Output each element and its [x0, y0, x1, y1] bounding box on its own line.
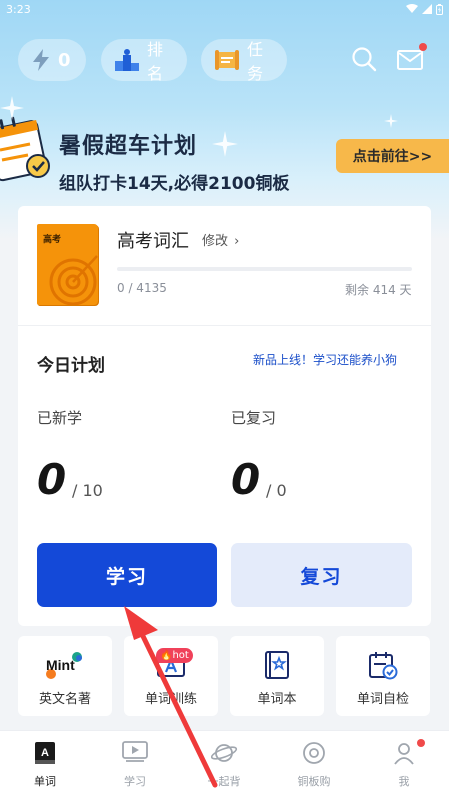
search-button[interactable] [351, 46, 377, 72]
fire-icon: 🔥 [160, 650, 173, 661]
hot-badge: 🔥hot [156, 648, 193, 663]
podium-icon [115, 49, 139, 71]
person-icon [392, 741, 416, 769]
energy-count: 0 [58, 49, 71, 71]
word-book-icon: A [34, 741, 56, 769]
energy-button[interactable]: 0 [18, 39, 86, 81]
rank-button[interactable]: 排名 [101, 39, 187, 83]
wifi-icon [406, 4, 418, 13]
svg-text:A: A [41, 747, 49, 759]
nav-label: 单词 [34, 775, 56, 788]
tool-label: 单词本 [257, 692, 297, 707]
scroll-icon [215, 50, 239, 70]
nav-item-study[interactable]: 学习 [90, 731, 180, 798]
nav-item-coin-shop[interactable]: 铜板购 [269, 731, 359, 798]
calendar-checklist-icon [0, 116, 50, 182]
task-label: 任务 [247, 40, 264, 83]
book-title: 高考词汇 [117, 231, 189, 252]
lightning-icon [32, 49, 50, 71]
banner-subtitle[interactable]: 组队打卡14天,必得2100铜板 [59, 169, 289, 194]
nav-item-words[interactable]: A 单词 [0, 731, 90, 798]
mint-logo-text: Mint [46, 657, 75, 673]
mail-icon [397, 50, 423, 70]
tool-label: 单词自检 [356, 692, 409, 707]
target-icon [49, 255, 98, 305]
reviewed-label: 已复习 [231, 409, 277, 427]
book-cover[interactable]: 高考 [37, 224, 98, 305]
mail-notification-dot [419, 43, 427, 51]
nav-item-together[interactable]: 一起背 [179, 731, 269, 798]
mint-logo-icon: Mint [45, 652, 85, 684]
tool-label: 英文名著 [38, 692, 91, 707]
tool-word-self-check[interactable]: 单词自检 [336, 636, 430, 716]
edit-book-button[interactable]: 修改 › [202, 230, 239, 249]
remaining-days: 剩余 414 天 [345, 283, 412, 297]
tool-label: 单词训练 [144, 692, 197, 707]
rank-label: 排名 [147, 40, 164, 83]
banner-title[interactable]: 暑假超车计划 [59, 128, 197, 160]
book-progress-text: 0 / 4135 [117, 281, 167, 295]
today-plan-title: 今日计划 [37, 356, 105, 376]
tool-english-classics[interactable]: Mint 英文名著 [18, 636, 112, 716]
sparkle-icon [384, 114, 398, 128]
banner-cta-button[interactable]: 点击前往>> [336, 139, 449, 173]
wordbook-icon [263, 650, 291, 684]
hot-badge-text: hot [172, 650, 189, 661]
sparkle-icon [212, 131, 238, 157]
nav-label: 我 [398, 775, 410, 788]
task-button[interactable]: 任务 [201, 39, 287, 83]
nav-label: 学习 [124, 775, 146, 788]
signal-icon [422, 4, 432, 14]
book-progress-bar [117, 267, 412, 271]
promo-link[interactable]: 新品上线！学习还能养小狗 [253, 351, 397, 368]
review-button[interactable]: 复习 [231, 543, 412, 607]
edit-book-label: 修改 [202, 234, 229, 249]
study-button[interactable]: 学习 [37, 543, 217, 607]
coin-icon [302, 741, 326, 769]
calendar-check-icon [368, 650, 398, 684]
tool-wordbook[interactable]: 单词本 [230, 636, 324, 716]
nav-label: 铜板购 [297, 775, 331, 788]
chevron-right-icon: › [234, 234, 240, 249]
divider [18, 325, 431, 326]
planet-icon [210, 741, 238, 769]
reviewed-count: 0 [231, 455, 261, 504]
reviewed-goal: / 0 [266, 481, 287, 500]
learned-label: 已新学 [37, 409, 83, 427]
status-time: 3:23 [6, 3, 31, 16]
nav-item-me[interactable]: 我 [359, 731, 449, 798]
status-bar: 3:23 [0, 0, 449, 18]
video-icon [122, 741, 148, 767]
mail-button[interactable] [397, 43, 427, 72]
header-background [0, 0, 449, 240]
me-notification-dot [417, 739, 425, 747]
battery-icon [436, 3, 443, 15]
bottom-nav: A 单词 学习 一起背 铜板购 我 [0, 730, 449, 798]
status-icons [406, 3, 443, 15]
nav-label: 一起背 [207, 775, 241, 788]
sparkle-icon [0, 96, 24, 120]
learned-goal: / 10 [72, 481, 103, 500]
search-icon [352, 47, 377, 72]
learned-count: 0 [37, 455, 67, 504]
